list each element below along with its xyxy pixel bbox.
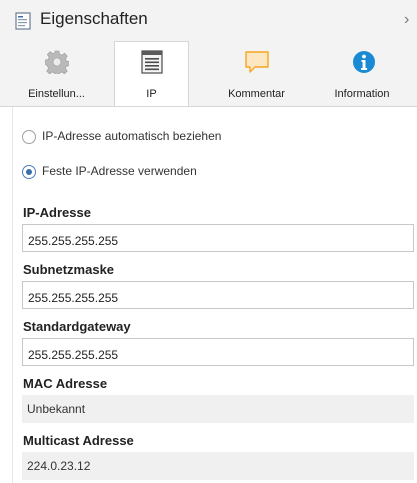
mac-address-label: MAC Adresse [23, 376, 108, 391]
comment-icon [245, 51, 269, 73]
tab-strip: Einstellun... IP Kommentar Information [0, 41, 417, 107]
ip-list-icon [141, 50, 163, 74]
multicast-address-value: 224.0.23.12 [22, 452, 414, 480]
mac-address-value: Unbekannt [22, 395, 414, 423]
ip-address-label: IP-Adresse [23, 205, 91, 220]
info-icon [353, 51, 375, 73]
radio-auto-ip-label: IP-Adresse automatisch beziehen [42, 129, 222, 143]
tab-information[interactable]: Information [312, 42, 412, 106]
ip-settings-panel: IP-Adresse automatisch beziehen Feste IP… [12, 107, 417, 483]
collapse-chevron-icon[interactable]: › [404, 11, 409, 29]
radio-auto-ip-button[interactable] [22, 130, 36, 144]
tab-ip-label: IP [146, 88, 157, 100]
tab-comment[interactable]: Kommentar [209, 42, 304, 106]
ip-address-input[interactable] [22, 224, 414, 252]
properties-document-icon [15, 12, 31, 30]
gear-icon [45, 50, 69, 74]
tab-information-label: Information [334, 88, 390, 100]
default-gateway-label: Standardgateway [23, 319, 131, 334]
multicast-address-label: Multicast Adresse [23, 433, 134, 448]
tab-comment-label: Kommentar [228, 88, 285, 100]
radio-fixed-ip-button[interactable] [22, 165, 36, 179]
tab-settings[interactable]: Einstellun... [0, 42, 113, 106]
panel-header: Eigenschaften › [0, 0, 417, 42]
tab-settings-label: Einstellun... [28, 88, 85, 100]
default-gateway-input[interactable] [22, 338, 414, 366]
panel-title: Eigenschaften [40, 9, 148, 28]
subnet-mask-label: Subnetzmaske [23, 262, 115, 277]
subnet-mask-input[interactable] [22, 281, 414, 309]
radio-fixed-ip-label: Feste IP-Adresse verwenden [42, 164, 197, 178]
tab-ip[interactable]: IP [114, 41, 189, 106]
